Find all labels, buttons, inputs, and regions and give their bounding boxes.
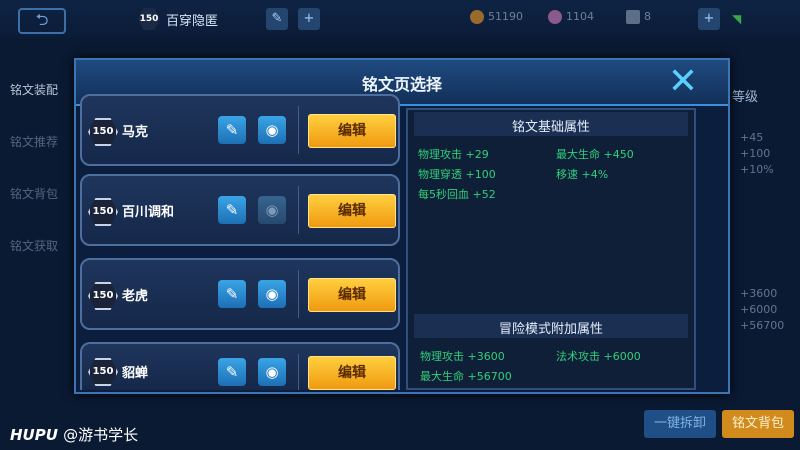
page-level-badge: 150 <box>88 358 118 386</box>
divider <box>298 106 299 154</box>
page-select-dialog: 铭文页选择 ✕ 150 马克 ✎ ◉ 编辑 150 百川调和 ✎ ◉ 编辑 15… <box>74 58 730 394</box>
menu-item-equip[interactable]: 铭文装配 <box>0 70 74 122</box>
bg-stat: +10% <box>740 163 774 176</box>
page-name: 貂蝉 <box>122 366 149 381</box>
edit-button[interactable]: 编辑 <box>308 356 396 390</box>
page-row[interactable]: 150 貂蝉 ✎ ◉ 编辑 <box>80 342 400 390</box>
attr-item: 物理攻击 +3600 <box>420 350 505 363</box>
ticket-icon <box>626 10 640 24</box>
inscription-bag-button[interactable]: 铭文背包 <box>722 410 794 438</box>
page-name: 百川调和 <box>122 205 175 220</box>
page-name: 老虎 <box>122 289 149 304</box>
watermark: HUPU @游书学长 <box>10 424 138 445</box>
top-bar: ⮌ 150 百穿隐匿 ✎ + 51190 1104 8 + ◥ <box>0 0 800 38</box>
eye-icon[interactable]: ◉ <box>258 280 286 308</box>
bg-stat: +6000 <box>740 303 778 316</box>
attr-item: 最大生命 +56700 <box>420 370 512 383</box>
eye-icon[interactable]: ◉ <box>258 358 286 386</box>
rename-icon[interactable]: ✎ <box>218 116 246 144</box>
attr-item: 物理穿透 +100 <box>418 168 496 181</box>
rename-icon[interactable]: ✎ <box>218 358 246 386</box>
attr-item: 移速 +4% <box>556 168 609 181</box>
bg-stat: +3600 <box>740 287 778 300</box>
unequip-all-button[interactable]: 一键拆卸 <box>644 410 716 438</box>
close-icon[interactable]: ✕ <box>664 64 702 100</box>
attr-item: 物理攻击 +29 <box>418 148 489 161</box>
eye-icon[interactable]: ◉ <box>258 116 286 144</box>
watermark-brand: HUPU <box>10 426 58 444</box>
attr-item: 最大生命 +450 <box>556 148 634 161</box>
background-stats: 等级 +45 +100 +10% +3600 +6000 +56700 <box>726 90 800 334</box>
bg-stat: +45 <box>740 131 764 144</box>
attribute-panel: 铭文基础属性 物理攻击 +29 最大生命 +450 物理穿透 +100 移速 +… <box>406 108 696 390</box>
divider <box>298 186 299 234</box>
menu-item-bag[interactable]: 铭文背包 <box>0 174 74 226</box>
coin-icon <box>470 10 484 24</box>
page-row[interactable]: 150 老虎 ✎ ◉ 编辑 <box>80 258 400 330</box>
rename-icon[interactable]: ✎ <box>218 196 246 224</box>
gem-icon <box>548 10 562 24</box>
rename-icon[interactable]: ✎ <box>266 8 288 30</box>
base-attr-title: 铭文基础属性 <box>511 120 590 135</box>
add-icon[interactable]: + <box>298 8 320 30</box>
page-row[interactable]: 150 马克 ✎ ◉ 编辑 <box>80 94 400 166</box>
page-name: 马克 <box>122 125 149 140</box>
menu-item-obtain[interactable]: 铭文获取 <box>0 226 74 278</box>
back-button[interactable]: ⮌ <box>18 8 66 34</box>
adventure-attr-title: 冒险模式附加属性 <box>498 322 603 337</box>
gold-currency: 51190 <box>470 10 523 24</box>
attr-item: 每5秒回血 +52 <box>418 188 496 201</box>
left-menu: 铭文装配 铭文推荐 铭文背包 铭文获取 <box>0 70 74 278</box>
gem-currency: 1104 <box>548 10 594 24</box>
rename-icon[interactable]: ✎ <box>218 280 246 308</box>
player-level-badge: 150 <box>138 8 160 30</box>
edit-button[interactable]: 编辑 <box>308 194 396 228</box>
level-label: 等级 <box>732 90 759 105</box>
menu-item-recommend[interactable]: 铭文推荐 <box>0 122 74 174</box>
eye-icon[interactable]: ◉ <box>258 196 286 224</box>
page-level-badge: 150 <box>88 198 118 226</box>
add-currency-icon[interactable]: + <box>698 8 720 30</box>
page-level-badge: 150 <box>88 118 118 146</box>
page-level-badge: 150 <box>88 282 118 310</box>
divider <box>298 354 299 390</box>
page-row[interactable]: 150 百川调和 ✎ ◉ 编辑 <box>80 174 400 246</box>
bg-stat: +56700 <box>740 319 785 332</box>
ticket-currency: 8 <box>626 10 651 24</box>
attr-item: 法术攻击 +6000 <box>556 350 641 363</box>
bg-stat: +100 <box>740 147 771 160</box>
page-name: 百穿隐匿 <box>166 14 219 29</box>
wifi-icon: ◥ <box>732 12 742 26</box>
dialog-title: 铭文页选择 <box>361 75 442 94</box>
watermark-user: @游书学长 <box>63 426 139 444</box>
divider <box>298 270 299 318</box>
edit-button[interactable]: 编辑 <box>308 278 396 312</box>
edit-button[interactable]: 编辑 <box>308 114 396 148</box>
